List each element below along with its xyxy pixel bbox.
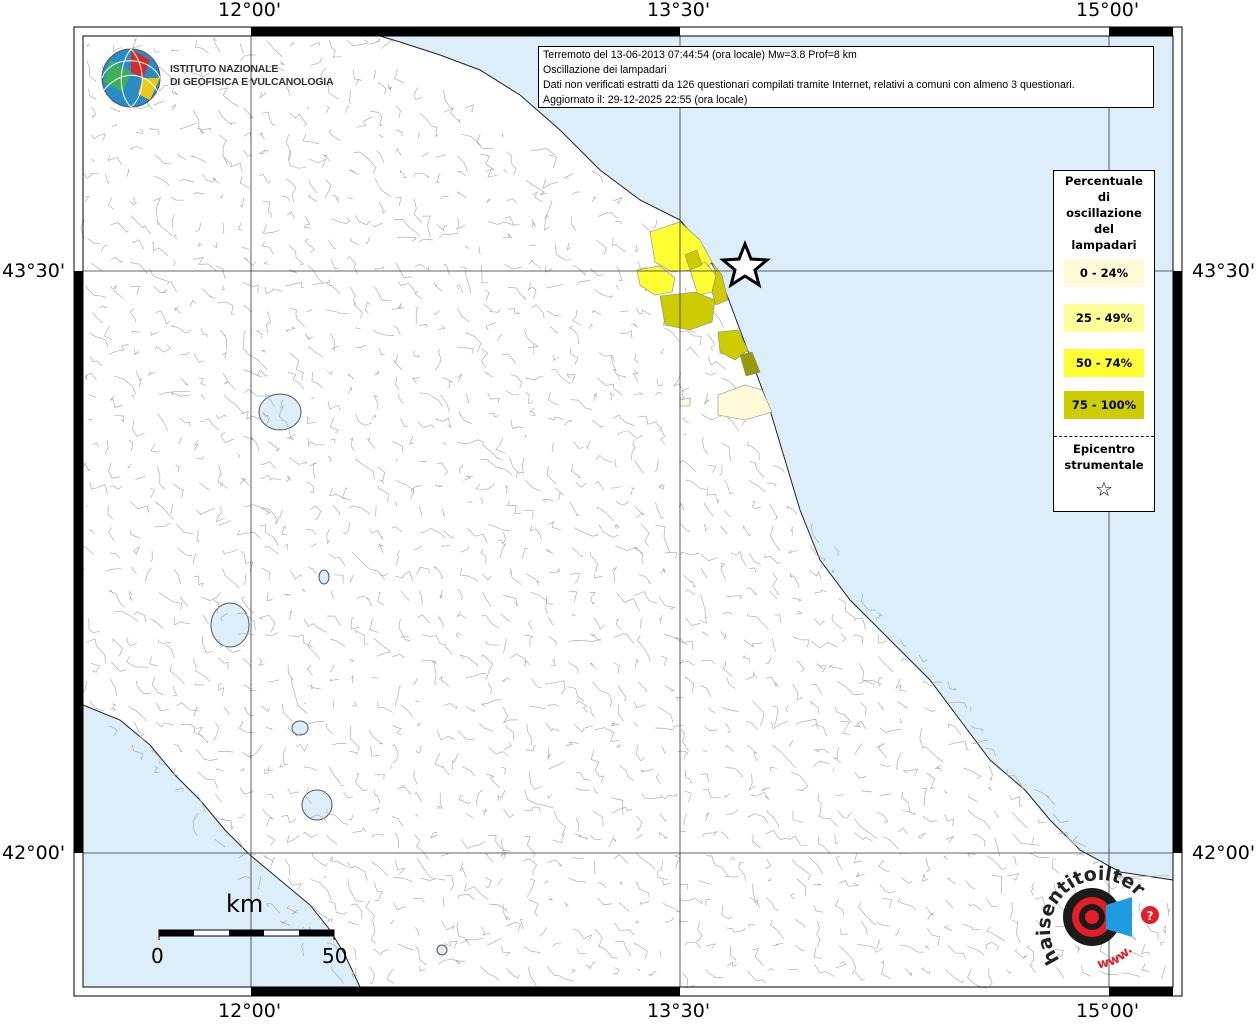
- legend-item-75-100: 75 - 100%: [1064, 391, 1144, 419]
- legend: Percentuale di oscillazione del lampadar…: [1053, 170, 1155, 512]
- tick-top-12: 12°00': [218, 0, 282, 21]
- legend-star-icon: ☆: [1095, 477, 1113, 501]
- lake-vico: [291, 720, 309, 736]
- lake-albano: [436, 944, 448, 956]
- ingv-logo-text: ISTITUTO NAZIONALE DI GEOFISICA E VULCAN…: [170, 63, 334, 89]
- scale-end: 50: [322, 944, 348, 968]
- lake-trasimeno: [258, 393, 302, 431]
- legend-item-25-49: 25 - 49%: [1064, 304, 1144, 332]
- event-info-box: Terremoto del 13-06-2013 07:44:54 (ora l…: [538, 46, 1154, 108]
- event-title: Terremoto del 13-06-2013 07:44:54 (ora l…: [543, 49, 857, 61]
- map: ? haisentitoilterremoto.it www.: [0, 0, 1183, 997]
- tick-right-4330: 43°30': [1192, 260, 1256, 282]
- legend-item-50-74: 50 - 74%: [1064, 349, 1144, 377]
- lake-bolsena: [210, 602, 250, 648]
- updated-at: Aggiornato il: 29-12-2025 22:55 (ora loc…: [543, 94, 748, 106]
- tick-left-4330: 43°30': [2, 260, 66, 282]
- scale-start: 0: [151, 944, 164, 968]
- legend-separator: [1054, 436, 1154, 437]
- legend-epicenter-label: Epicentro strumentale: [1064, 442, 1144, 472]
- svg-text:?: ?: [1147, 909, 1154, 923]
- logo-line-2: DI GEOFISICA E VULCANOLOGIA: [170, 76, 334, 88]
- legend-item-0-24: 0 - 24%: [1064, 259, 1144, 287]
- tick-bottom-15: 15°00': [1076, 1000, 1140, 1022]
- data-note: Dati non verificati estratti da 126 ques…: [543, 79, 1075, 91]
- scale-unit: km: [226, 890, 264, 918]
- tick-bottom-1330: 13°30': [647, 1000, 711, 1022]
- tick-top-1330: 13°30': [647, 0, 711, 21]
- lake-small: [318, 569, 330, 585]
- tick-top-15: 15°00': [1076, 0, 1140, 21]
- tick-right-42: 42°00': [1192, 842, 1256, 864]
- legend-title: Percentuale di oscillazione del lampadar…: [1065, 174, 1143, 252]
- logo-line-1: ISTITUTO NAZIONALE: [170, 63, 279, 75]
- map-subject: Oscillazione dei lampadari: [543, 64, 667, 76]
- tick-bottom-12: 12°00': [218, 1000, 282, 1022]
- tick-left-42: 42°00': [2, 842, 66, 864]
- ingv-globe-icon: [101, 48, 161, 108]
